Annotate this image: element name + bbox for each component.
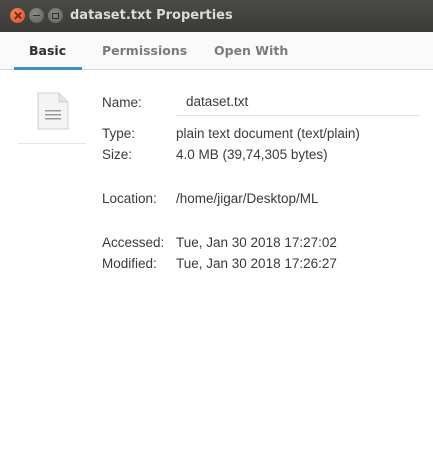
accessed-label: Accessed: (102, 235, 165, 250)
tab-open-with[interactable]: Open With (214, 43, 288, 58)
name-value: dataset.txt (186, 94, 249, 109)
maximize-icon (52, 12, 59, 19)
size-value: 4.0 MB (39,74,305 bytes) (176, 147, 328, 162)
modified-label: Modified: (102, 256, 157, 271)
minimize-button[interactable] (29, 8, 44, 23)
close-icon (14, 12, 21, 19)
close-button[interactable] (10, 8, 25, 23)
name-label: Name: (102, 95, 142, 110)
type-label: Type: (102, 126, 136, 141)
title-bar[interactable]: dataset.txt Properties (0, 0, 433, 32)
tab-bar: Basic Permissions Open With (0, 32, 433, 70)
tab-permissions[interactable]: Permissions (102, 43, 187, 58)
location-label: Location: (102, 191, 157, 206)
minimize-icon (33, 14, 40, 17)
icon-divider (18, 143, 86, 144)
active-tab-indicator (14, 67, 82, 70)
tab-basic[interactable]: Basic (29, 43, 66, 58)
text-file-icon (37, 92, 69, 130)
modified-value: Tue, Jan 30 2018 17:26:27 (176, 256, 337, 271)
location-value: /home/jigar/Desktop/ML (176, 191, 319, 206)
name-field[interactable]: dataset.txt (176, 90, 420, 116)
size-label: Size: (102, 147, 133, 162)
window-title: dataset.txt Properties (70, 8, 233, 23)
properties-window: dataset.txt Properties Basic Permissions… (0, 0, 433, 452)
maximize-button[interactable] (48, 8, 63, 23)
accessed-value: Tue, Jan 30 2018 17:27:02 (176, 235, 337, 250)
type-value: plain text document (text/plain) (176, 126, 360, 141)
